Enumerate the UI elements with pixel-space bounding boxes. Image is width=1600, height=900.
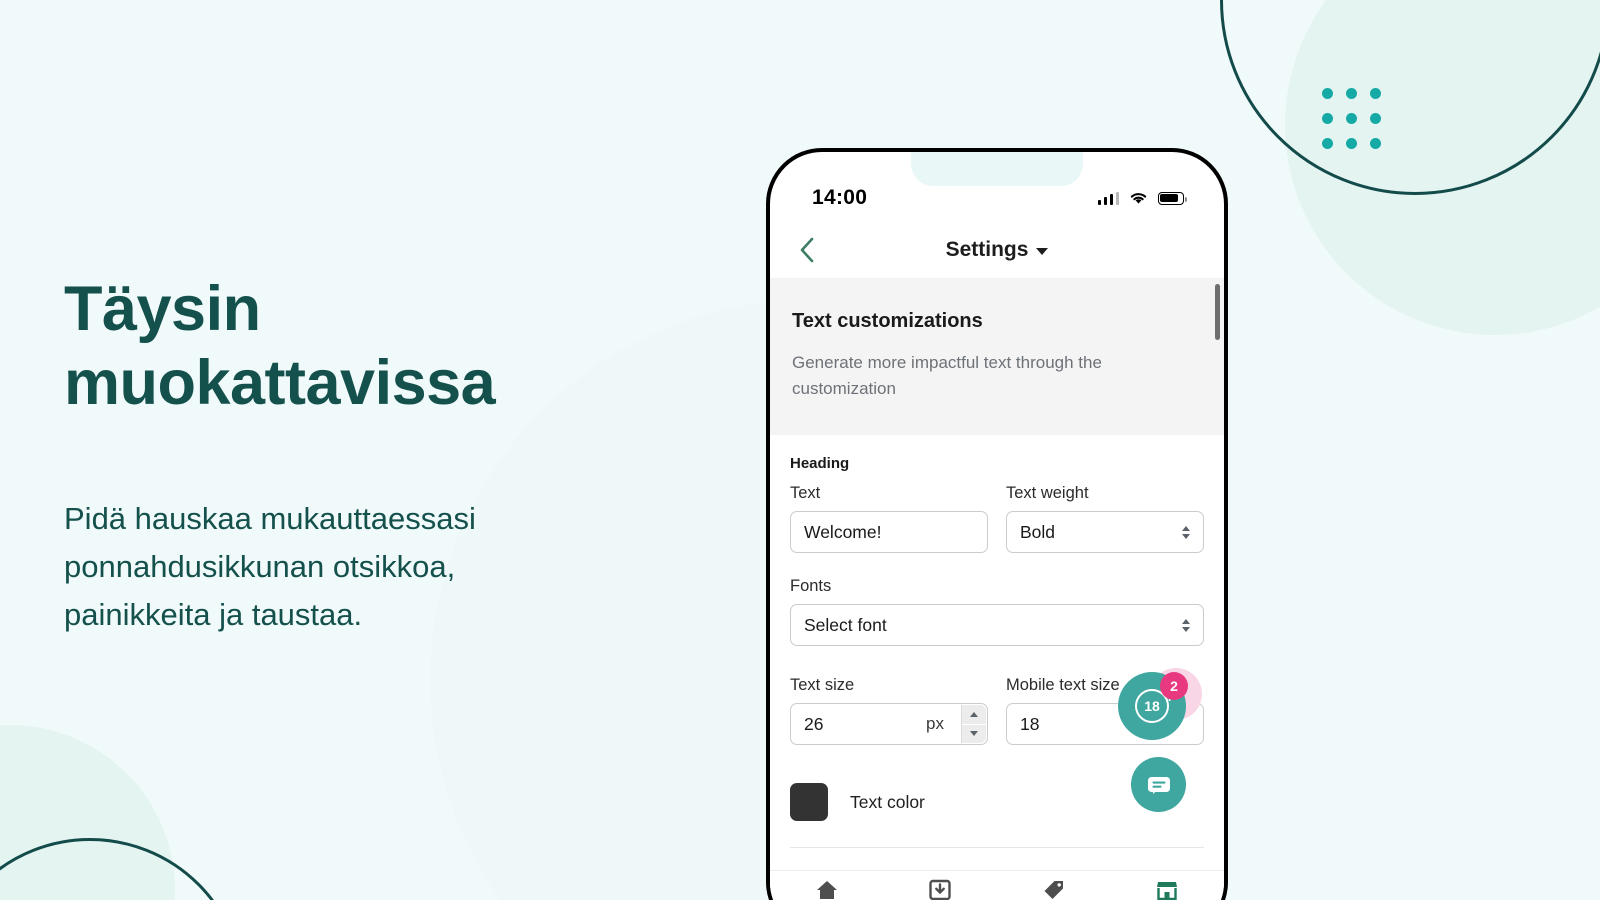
- select-updown-icon: [1182, 525, 1190, 539]
- chat-fab[interactable]: [1131, 757, 1186, 812]
- field-label-text: Text: [790, 484, 821, 502]
- heading-settings-form: Heading Text Welcome! Text weight Bold F…: [770, 435, 1224, 885]
- navbar-title-group[interactable]: Settings: [770, 238, 1224, 262]
- field-text-size: Text size 26 px: [790, 676, 988, 745]
- mobile-text-size-value: 18: [1020, 713, 1040, 734]
- decor-circle-mint-top-right: [1285, 0, 1600, 335]
- status-bar: 14:00: [770, 152, 1224, 222]
- text-size-unit: px: [926, 714, 944, 733]
- decor-ring-bottom-left: [0, 838, 245, 900]
- wifi-icon: [1129, 191, 1148, 205]
- chat-bubble-icon: [1147, 776, 1170, 794]
- fonts-value: Select font: [804, 614, 887, 635]
- page-title: Täysin muokattavissa: [64, 274, 496, 419]
- select-updown-icon: [1182, 618, 1190, 632]
- promo-screenshot: Täysin muokattavissa Pidä hauskaa mukaut…: [0, 0, 1600, 900]
- group-label-heading: Heading: [790, 455, 850, 472]
- navbar-title: Settings: [945, 238, 1029, 261]
- tab-store[interactable]: Store: [1111, 879, 1225, 900]
- storefront-icon: [1157, 882, 1178, 900]
- info-panel-description: Generate more impactful text through the…: [792, 353, 1102, 398]
- cellular-signal-icon: [1097, 191, 1119, 205]
- field-label-text-size: Text size: [790, 676, 855, 694]
- field-fonts: Fonts Select font: [790, 577, 1204, 646]
- text-weight-value: Bold: [1020, 521, 1056, 542]
- status-icon-group: [1097, 191, 1187, 205]
- stepper-increment[interactable]: [962, 705, 986, 724]
- info-panel: Text customizations Generate more impact…: [770, 278, 1224, 435]
- inbox-download-icon: [929, 879, 951, 900]
- marketing-copy: Täysin muokattavissa Pidä hauskaa mukaut…: [64, 272, 684, 639]
- decor-ring-top-right: [1220, 0, 1600, 195]
- field-label-text-weight: Text weight: [1006, 484, 1089, 502]
- chevron-left-icon: [800, 237, 814, 263]
- tab-home[interactable]: Home: [770, 879, 884, 900]
- field-label-fonts: Fonts: [790, 577, 832, 595]
- text-size-stepper[interactable]: [961, 705, 986, 743]
- back-button[interactable]: [792, 235, 822, 265]
- row-text-and-weight: Text Welcome! Text weight Bold: [790, 484, 1204, 553]
- info-panel-title: Text customizations: [792, 310, 983, 332]
- tab-orders[interactable]: Orders: [884, 879, 998, 900]
- text-weight-select[interactable]: Bold: [1006, 511, 1204, 553]
- text-size-value: 26: [804, 713, 824, 734]
- bottom-tab-bar: Home Orders Products: [770, 870, 1224, 900]
- color-swatch[interactable]: [790, 783, 828, 821]
- text-input-value: Welcome!: [804, 521, 882, 542]
- text-color-label: Text color: [850, 791, 925, 812]
- text-input[interactable]: Welcome!: [790, 511, 988, 553]
- decor-circle-mint-bottom-left: [0, 725, 175, 900]
- status-clock: 14:00: [812, 186, 868, 209]
- age-value: 18: [1144, 698, 1160, 714]
- scrollbar-thumb[interactable]: [1215, 284, 1220, 340]
- app-navbar: Settings: [770, 222, 1224, 278]
- decor-dot-grid-icon: [1322, 88, 1381, 149]
- battery-icon: [1158, 191, 1187, 205]
- page-subtitle: Pidä hauskaa mukauttaessasi ponnahdusikk…: [64, 500, 476, 632]
- field-text: Text Welcome!: [790, 484, 988, 553]
- fonts-select[interactable]: Select font: [790, 604, 1204, 646]
- stepper-decrement[interactable]: [962, 723, 986, 743]
- tag-icon: [1044, 881, 1063, 899]
- home-icon: [816, 881, 837, 899]
- chevron-down-icon: [1036, 248, 1049, 255]
- tab-products[interactable]: Products: [997, 879, 1111, 900]
- notification-badge[interactable]: 2: [1160, 672, 1188, 700]
- text-size-input[interactable]: 26 px: [790, 703, 988, 745]
- field-text-weight: Text weight Bold: [1006, 484, 1204, 553]
